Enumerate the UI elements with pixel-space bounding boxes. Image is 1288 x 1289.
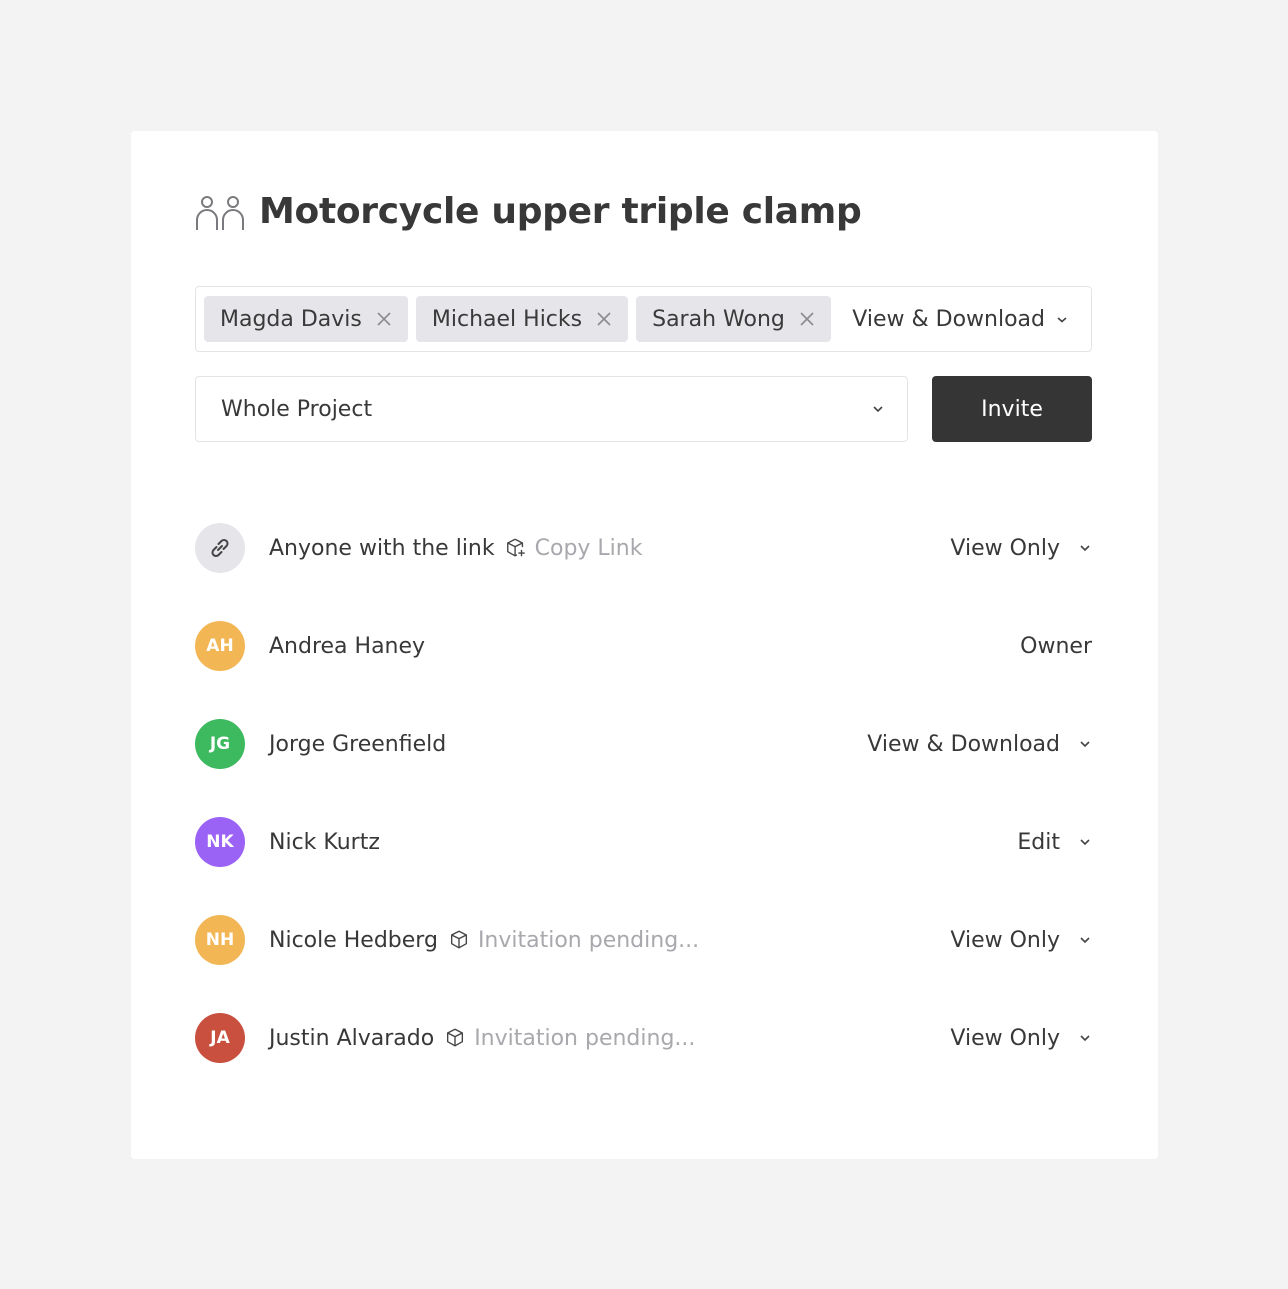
member-role-select[interactable]: Edit [1017,830,1092,855]
people-icon [196,195,244,230]
invitee-chip[interactable]: Magda Davis [204,296,408,342]
member-role-label: View Only [950,927,1060,953]
scope-select[interactable]: Whole Project [195,376,908,442]
member-name: Justin Alvarado [269,1025,435,1051]
avatar: JA [195,1013,245,1063]
member-name: Jorge Greenfield [269,731,447,757]
member-row: NK Nick Kurtz Edit [195,793,1092,891]
member-role-label: View Only [950,1025,1060,1051]
avatar-initials: NH [205,930,235,950]
member-role-label: Edit [1017,829,1060,855]
member-name: Andrea Haney [269,633,426,659]
link-share-row: Anyone with the link Copy Link View Only [195,499,1092,597]
cube-icon [450,930,467,949]
chevron-down-icon [1080,937,1090,944]
member-role-select[interactable]: View Only [950,928,1092,953]
dialog-header: Motorcycle upper triple clamp [195,191,862,232]
link-role-select[interactable]: View Only [950,536,1092,561]
pending-status: Invitation pending... [448,928,699,953]
share-dialog: Motorcycle upper triple clamp Magda Davi… [131,131,1158,1159]
member-name: Nick Kurtz [269,829,380,855]
member-role: Owner [1020,634,1092,659]
invitee-chip[interactable]: Michael Hicks [415,296,629,342]
invitee-chip[interactable]: Sarah Wong [636,296,831,342]
cube-icon [447,1028,464,1047]
link-share-label: Anyone with the link [269,535,495,561]
chevron-down-icon [1080,839,1090,846]
close-icon[interactable] [376,311,392,327]
chevron-down-icon [873,406,883,413]
avatar: NH [195,915,245,965]
close-icon[interactable] [799,311,815,327]
copy-link-button[interactable]: Copy Link [505,535,643,561]
link-icon [211,538,229,558]
invitee-chip-name: Sarah Wong [652,306,785,332]
member-role-select[interactable]: View Only [950,1026,1092,1051]
chevron-down-icon [1080,545,1090,552]
chevron-down-icon [1080,1035,1090,1042]
cube-plus-icon [506,538,525,557]
avatar: NK [195,817,245,867]
pending-label: Invitation pending... [474,1025,696,1051]
invitee-chip-name: Michael Hicks [431,306,583,332]
close-icon[interactable] [596,311,612,327]
invite-permission-label: View & Download [852,306,1045,332]
avatar-initials: NK [206,832,234,852]
avatar-initials: AH [206,636,234,656]
member-list: Anyone with the link Copy Link View Only… [195,499,1092,1087]
member-role-label: View & Download [867,731,1060,757]
pending-label: Invitation pending... [477,927,700,953]
invite-button[interactable]: Invite [932,376,1092,442]
member-row: JG Jorge Greenfield View & Download [195,695,1092,793]
copy-link-label: Copy Link [534,535,643,561]
avatar-initials: JA [210,1028,230,1048]
member-name: Nicole Hedberg [269,927,438,953]
chevron-down-icon [1057,317,1067,323]
invitee-chip-name: Magda Davis [220,306,362,332]
member-row: JA Justin Alvarado Invitation pending... Vi… [195,989,1092,1087]
invite-permission-select[interactable]: View & Download [852,307,1069,332]
member-row: AH Andrea Haney Owner [195,597,1092,695]
avatar: JG [195,719,245,769]
scope-label: Whole Project [221,396,373,422]
avatar-initials: JG [209,734,231,754]
pending-status: Invitation pending... [444,1026,695,1051]
link-avatar [195,523,245,573]
avatar: AH [195,621,245,671]
member-role-label: Owner [1020,633,1092,659]
dialog-title: Motorcycle upper triple clamp [259,191,862,232]
invitee-input[interactable]: Magda Davis Michael Hicks Sarah Wong View … [195,286,1092,352]
member-role-select[interactable]: View & Download [867,732,1092,757]
member-row: NH Nicole Hedberg Invitation pending... Vie… [195,891,1092,989]
link-role-label: View Only [950,535,1060,561]
chevron-down-icon [1080,741,1090,748]
